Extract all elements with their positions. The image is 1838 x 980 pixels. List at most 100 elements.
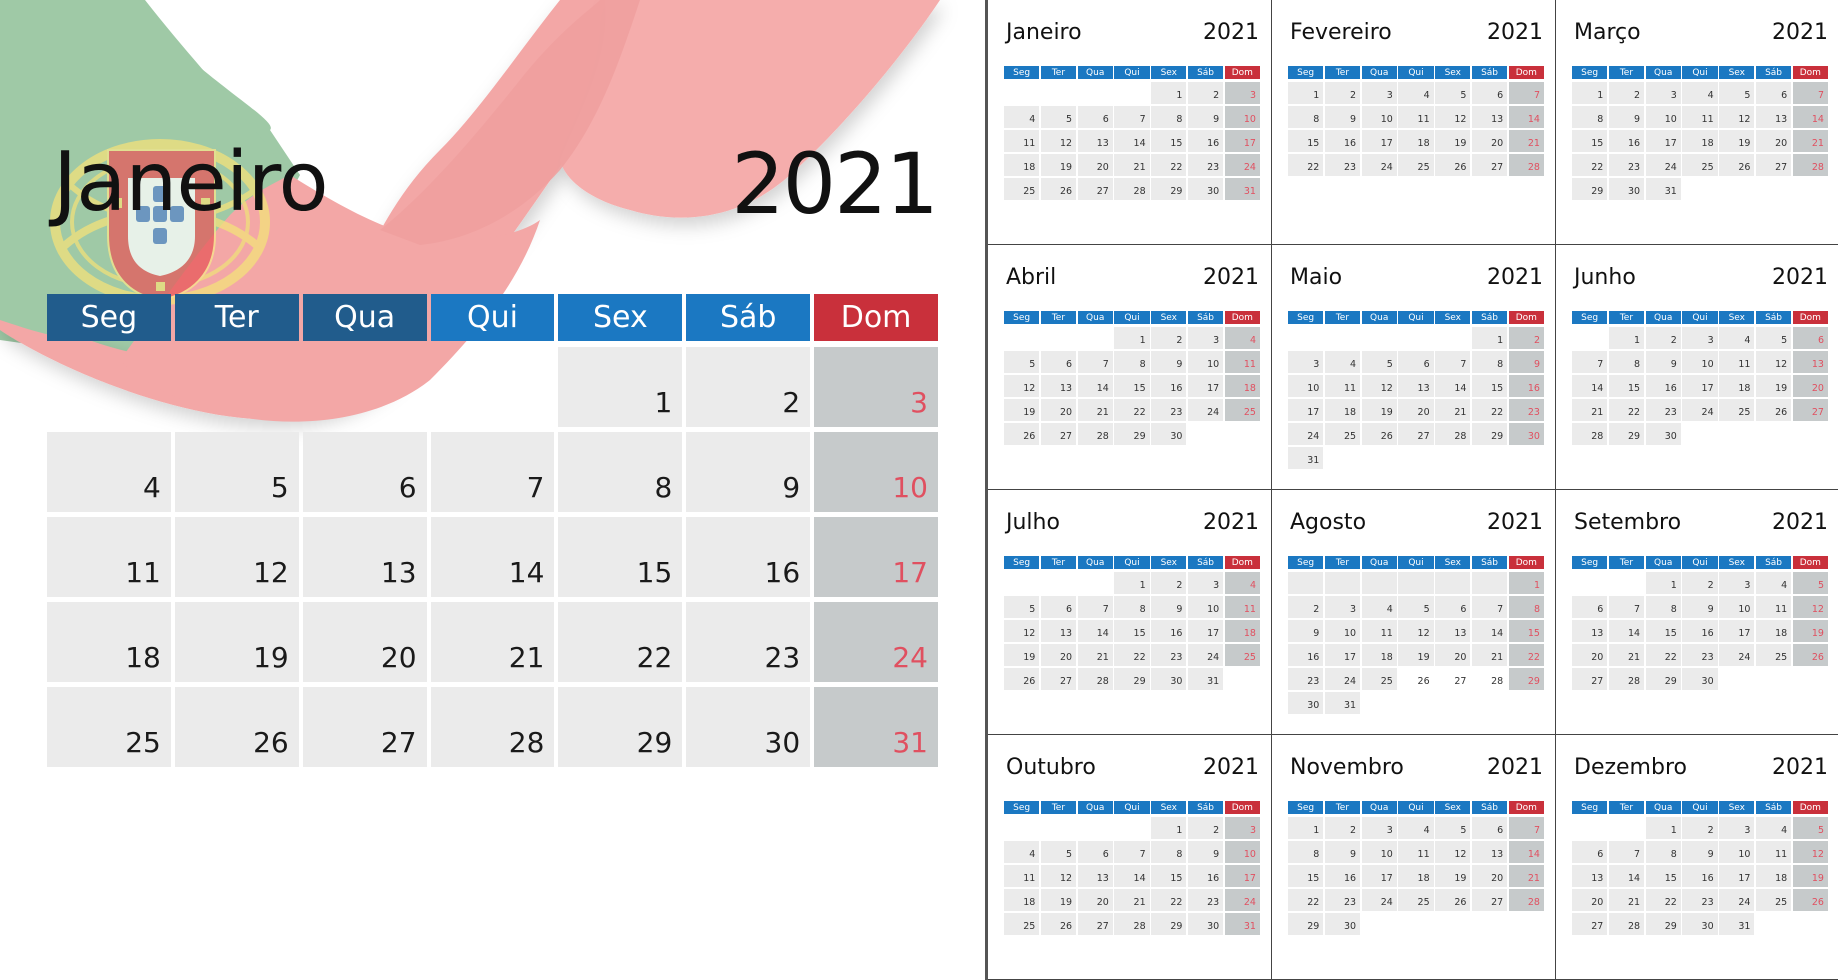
day-cell: 19 [1755, 375, 1792, 397]
day-cell: 20 [1435, 644, 1471, 666]
day-cell: 18 [1682, 130, 1718, 152]
empty-day-cell [1572, 327, 1607, 349]
day-cell: 14 [1471, 620, 1508, 642]
weekday-header: Qui [1682, 66, 1718, 79]
day-cells: 1 2 3 4 5 6 7 8 9 10 11 12 13 14 15 16 17 18 19 20 21 22 23 24 2… [1004, 327, 1260, 445]
weekday-header: Sáb [1755, 556, 1792, 569]
day-cell: 16 [1682, 620, 1718, 642]
weekday-header: Sex [1151, 311, 1187, 324]
day-cell: 29 [1114, 668, 1150, 690]
day-cell: 28 [1508, 889, 1544, 911]
day-cell: 26 [174, 687, 299, 767]
day-cell: 9 [1187, 106, 1224, 128]
day-cell: 28 [1114, 178, 1150, 200]
weekday-header: Dom [1224, 556, 1260, 569]
day-cell: 31 [1224, 178, 1260, 200]
day-cell: 16 [1187, 865, 1224, 887]
weekday-header: Sáb [1187, 556, 1224, 569]
day-cell: 18 [1398, 865, 1434, 887]
day-cell: 27 [1077, 913, 1113, 935]
day-cell: 25 [1398, 154, 1434, 176]
empty-day-cell [1361, 572, 1397, 594]
day-cell: 17 [1719, 865, 1755, 887]
weekday-header: Qua [1077, 556, 1113, 569]
day-cell: 7 [1508, 82, 1544, 104]
month-title: Setembro [1574, 510, 1682, 535]
day-cell: 6 [1435, 596, 1471, 618]
day-cell: 18 [47, 602, 171, 682]
day-cell: 20 [1398, 399, 1434, 421]
day-cell: 2 [686, 347, 811, 427]
day-cell: 6 [1471, 82, 1508, 104]
day-cell: 17 [1187, 620, 1224, 642]
day-cell: 9 [1288, 620, 1324, 642]
weekday-header: Qui [1682, 801, 1718, 814]
day-cell: 10 [1645, 106, 1681, 128]
day-cell: 8 [1114, 596, 1150, 618]
day-cell: 22 [1288, 889, 1324, 911]
day-cell: 13 [1792, 351, 1828, 373]
day-cell: 8 [1508, 596, 1544, 618]
day-cell: 28 [1508, 154, 1544, 176]
day-cell: 5 [1719, 82, 1755, 104]
day-cell: 28 [430, 687, 555, 767]
weekday-header: Ter [1040, 66, 1077, 79]
day-cell: 14 [1114, 130, 1150, 152]
month-grid: Seg Ter Qua Qui Sex Sáb Dom 1 2 3 4 5 6 7 8 9 10 11 12 13 14… [1288, 311, 1544, 469]
empty-day-cell [1004, 817, 1039, 839]
day-cell: 3 [1187, 327, 1224, 349]
weekday-header: Seg [1004, 556, 1040, 569]
day-cell: 20 [1040, 399, 1077, 421]
day-cell: 26 [1792, 889, 1828, 911]
day-cell: 8 [1645, 596, 1681, 618]
day-cell: 3 [1224, 82, 1260, 104]
weekday-header: Sex [1435, 66, 1471, 79]
day-cell: 7 [1572, 351, 1608, 373]
day-cell: 25 [1324, 423, 1361, 445]
day-cell: 4 [1004, 106, 1040, 128]
day-cell: 13 [1435, 620, 1471, 642]
day-cell: 10 [1324, 620, 1361, 642]
day-cell: 12 [174, 517, 299, 597]
weekday-header: Ter [1324, 801, 1361, 814]
day-cell: 18 [1398, 130, 1434, 152]
day-cell: 26 [1040, 178, 1077, 200]
day-cell: 8 [1114, 351, 1150, 373]
day-cell: 8 [1151, 841, 1187, 863]
day-cell: 27 [1454, 676, 1467, 687]
weekday-header-row: Seg Ter Qua Qui Sex Sáb Dom [1288, 311, 1544, 324]
weekday-header: Dom [1224, 311, 1260, 324]
weekday-header: Sex [1435, 556, 1471, 569]
day-cell: 16 [686, 517, 811, 597]
day-cell: 26 [1792, 644, 1828, 666]
day-cell: 12 [1040, 865, 1077, 887]
weekday-header-row: Seg Ter Qua Qui Sex Sáb Dom [1004, 311, 1260, 324]
day-cell: 23 [1151, 399, 1187, 421]
day-cell: 18 [1324, 399, 1361, 421]
month-grid: Seg Ter Qua Qui Sex Sáb Dom 1 2 3 4 5 6 7 8 9 10 11 12 13 14… [1288, 66, 1544, 176]
empty-day-cell [1078, 327, 1113, 349]
day-cell: 10 [1224, 841, 1260, 863]
day-cell: 19 [1435, 130, 1471, 152]
weekday-header: Dom [1508, 66, 1544, 79]
day-cell: 23 [686, 602, 811, 682]
weekday-header: Sex [1435, 801, 1471, 814]
day-cell: 20 [1755, 130, 1792, 152]
day-cell: 30 [1187, 178, 1224, 200]
month-calendar-julho: Julho 2021 Seg Ter Qua Qui Sex Sáb Dom 1 2 3 4 5 6 7 8 9 1… [988, 490, 1272, 735]
weekday-header: Dom [1792, 801, 1828, 814]
weekday-header: Sex [1719, 311, 1755, 324]
day-cell: 30 [1151, 423, 1187, 445]
day-cell: 25 [47, 687, 171, 767]
day-cell: 19 [1792, 620, 1828, 642]
day-cell: 6 [1077, 841, 1113, 863]
month-grid: Seg Ter Qua Qui Sex Sáb Dom 1 2 3 4 5 6 7 8 9 10 11 12 13 14… [1572, 556, 1828, 690]
weekday-header: Seg [1004, 311, 1040, 324]
day-cell: 13 [1572, 620, 1608, 642]
weekday-header: Dom [1792, 66, 1828, 79]
day-cell: 3 [1324, 596, 1361, 618]
day-cell: 16 [1187, 130, 1224, 152]
day-cell: 5 [1435, 82, 1471, 104]
day-cell: 6 [1040, 351, 1077, 373]
day-cell: 27 [1471, 889, 1508, 911]
